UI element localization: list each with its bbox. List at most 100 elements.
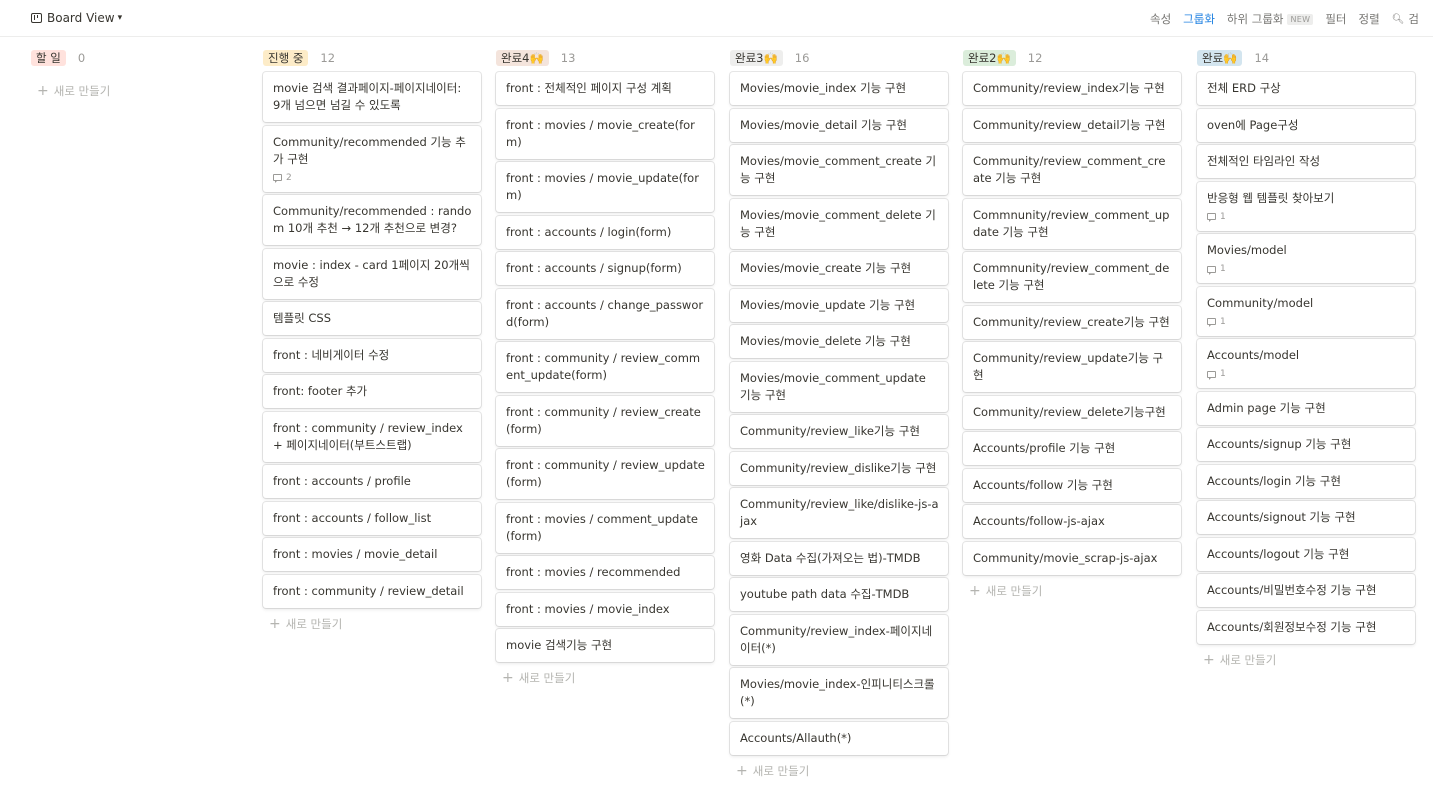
board-view-switcher[interactable]: Board View ▾ [31, 11, 122, 25]
board-card[interactable]: front: footer 추가 [263, 375, 481, 408]
board-card[interactable]: Accounts/Allauth(*) [730, 721, 948, 755]
board-card[interactable]: Accounts/profile 기능 구현 [963, 432, 1181, 465]
board-card[interactable]: oven에 Page구성 [1197, 108, 1415, 142]
board-card[interactable]: Accounts/logout 기능 구현 [1197, 537, 1415, 571]
board-card[interactable]: Movies/movie_comment_update 기능 구현 [730, 361, 948, 412]
subgroup-button[interactable]: 하위 그룹화 NEW [1227, 11, 1314, 27]
board-card[interactable]: Community/review_index-페이지네이터(*) [730, 614, 948, 665]
board-card[interactable]: front : movies / comment_update(form) [496, 502, 714, 553]
card-title: front : movies / recommended [506, 565, 681, 579]
view-title: Board View [47, 11, 115, 25]
new-card-button[interactable]: + 새로 만들기 [496, 666, 714, 690]
board-card[interactable]: Accounts/model 1 [1197, 339, 1415, 388]
board-card[interactable]: front : 전체적인 페이지 구성 계획 [496, 72, 714, 105]
column-header[interactable]: 완료2🙌 12 [963, 50, 1042, 66]
board-card[interactable]: front : accounts / profile [263, 465, 481, 498]
card-list: + 새로 만들기 [31, 79, 249, 103]
plus-icon: + [269, 615, 281, 632]
board-card[interactable]: Accounts/회원정보수정 기능 구현 [1197, 610, 1415, 644]
board-card[interactable]: front : community / review_create(form) [496, 395, 714, 446]
board-card[interactable]: Accounts/signout 기능 구현 [1197, 501, 1415, 534]
board-card[interactable]: 영화 Data 수집(가져오는 법)-TMDB [730, 541, 948, 575]
column-count: 14 [1254, 51, 1270, 65]
board-card[interactable]: Commnunity/review_comment_delete 기능 구현 [963, 252, 1181, 302]
board-card[interactable]: Movies/movie_comment_delete 기능 구현 [730, 198, 948, 249]
new-card-button[interactable]: + 새로 만들기 [1197, 648, 1415, 672]
board-card[interactable]: front : accounts / change_password(form) [496, 288, 714, 339]
board-card[interactable]: Community/review_create기능 구현 [963, 305, 1181, 339]
plus-icon: + [502, 670, 514, 686]
board-card[interactable]: front : accounts / login(form) [496, 215, 714, 249]
new-card-button[interactable]: + 새로 만들기 [263, 612, 481, 636]
board-card[interactable]: Community/review_comment_create 기능 구현 [963, 145, 1181, 195]
board-card[interactable]: Movies/movie_create 기능 구현 [730, 252, 948, 285]
board-card[interactable]: Accounts/signup 기능 구현 [1197, 428, 1415, 461]
board-card[interactable]: Movies/movie_index 기능 구현 [730, 72, 948, 105]
board-card[interactable]: Accounts/비밀번호수정 기능 구현 [1197, 574, 1415, 607]
board-card[interactable]: movie : index - card 1페이지 20개씩으로 수정 [263, 248, 481, 299]
column-header[interactable]: 할 일 0 [31, 50, 85, 66]
board-card[interactable]: front : movies / movie_index [496, 592, 714, 626]
column-header[interactable]: 완료4🙌 13 [496, 50, 575, 66]
board-card[interactable]: front : 네비게이터 수정 [263, 338, 481, 372]
new-card-button[interactable]: + 새로 만들기 [31, 79, 249, 103]
card-title: front : 전체적인 페이지 구성 계획 [506, 81, 672, 95]
board-card[interactable]: 반응형 웹 템플릿 찾아보기 1 [1197, 181, 1415, 231]
board-card[interactable]: movie 검색기능 구현 [496, 629, 714, 662]
board-card[interactable]: Community/review_delete기능구현 [963, 395, 1181, 429]
group-button[interactable]: 그룹화 [1183, 11, 1215, 27]
board-card[interactable]: Movies/movie_comment_create 기능 구현 [730, 145, 948, 195]
board-card[interactable]: Community/movie_scrap-js-ajax [963, 541, 1181, 575]
board-card[interactable]: Community/recommended : random 10개 추천 → … [263, 195, 481, 245]
board-card[interactable]: Accounts/follow-js-ajax [963, 505, 1181, 538]
board-card[interactable]: Community/review_like기능 구현 [730, 415, 948, 448]
column-header[interactable]: 완료🙌 14 [1197, 50, 1269, 66]
board-card[interactable]: front : accounts / follow_list [263, 501, 481, 535]
sort-button[interactable]: 정렬 [1359, 11, 1380, 27]
board-card[interactable]: Movies/movie_detail 기능 구현 [730, 108, 948, 142]
column-header[interactable]: 완료3🙌 16 [730, 50, 809, 66]
board-card[interactable]: Community/model 1 [1197, 286, 1415, 336]
properties-button[interactable]: 속성 [1150, 11, 1171, 27]
board-card[interactable]: Community/review_like/dislike-js-ajax [730, 488, 948, 538]
board-card[interactable]: Accounts/follow 기능 구현 [963, 468, 1181, 502]
board-card[interactable]: Community/recommended 기능 추가 구현 2 [263, 125, 481, 192]
board-card[interactable]: Community/review_detail기능 구현 [963, 108, 1181, 142]
search-button[interactable]: 🔍︎ 검 [1392, 11, 1419, 27]
card-title: Movies/movie_create 기능 구현 [740, 261, 912, 275]
board-card[interactable]: Movies/movie_update 기능 구현 [730, 288, 948, 322]
comment-count: 1 [1207, 263, 1406, 275]
board-card[interactable]: Accounts/login 기능 구현 [1197, 464, 1415, 498]
column-header[interactable]: 진행 중 12 [263, 50, 335, 66]
board-card[interactable]: front : community / review_detail [263, 574, 481, 608]
board-card[interactable]: front : movies / recommended [496, 556, 714, 589]
card-title: front : movies / movie_create(form) [506, 117, 695, 149]
board-card[interactable]: front : community / review_comment_updat… [496, 342, 714, 392]
board-card[interactable]: Movies/movie_delete 기능 구현 [730, 325, 948, 358]
new-card-button[interactable]: + 새로 만들기 [730, 759, 948, 783]
board-card[interactable]: front : community / review_update(form) [496, 449, 714, 499]
board-card[interactable]: 전체 ERD 구상 [1197, 72, 1415, 105]
board-card[interactable]: Community/review_index기능 구현 [963, 72, 1181, 105]
board-card[interactable]: 전체적인 타임라인 작성 [1197, 145, 1415, 178]
card-title: Accounts/signup 기능 구현 [1207, 437, 1352, 451]
board-card[interactable]: front : accounts / signup(form) [496, 252, 714, 285]
board-card[interactable]: front : community / review_index + 페이지네이… [263, 411, 481, 462]
board-card[interactable]: Movies/model 1 [1197, 234, 1415, 283]
board-card[interactable]: 템플릿 CSS [263, 302, 481, 335]
card-title: Community/review_detail기능 구현 [973, 117, 1166, 132]
board-card[interactable]: front : movies / movie_update(form) [496, 162, 714, 212]
board-card[interactable]: Movies/movie_index-인피니티스크롤(*) [730, 668, 948, 718]
filter-button[interactable]: 필터 [1325, 11, 1346, 27]
board-card[interactable]: front : movies / movie_create(form) [496, 108, 714, 159]
board-card[interactable]: youtube path data 수집-TMDB [730, 578, 948, 611]
board-card[interactable]: movie 검색 결과페이지-페이지네이터: 9개 넘으면 넘길 수 있도록 [263, 72, 481, 122]
card-title: 영화 Data 수집(가져오는 법)-TMDB [740, 550, 921, 565]
board-card[interactable]: Community/review_update기능 구현 [963, 342, 1181, 392]
board-card[interactable]: Commnunity/review_comment_update 기능 구현 [963, 198, 1181, 249]
new-card-label: 새로 만들기 [285, 616, 343, 631]
board-card[interactable]: Community/review_dislike기능 구현 [730, 451, 948, 485]
board-card[interactable]: Admin page 기능 구현 [1197, 391, 1415, 425]
board-card[interactable]: front : movies / movie_detail [263, 538, 481, 571]
new-card-button[interactable]: + 새로 만들기 [963, 579, 1181, 603]
